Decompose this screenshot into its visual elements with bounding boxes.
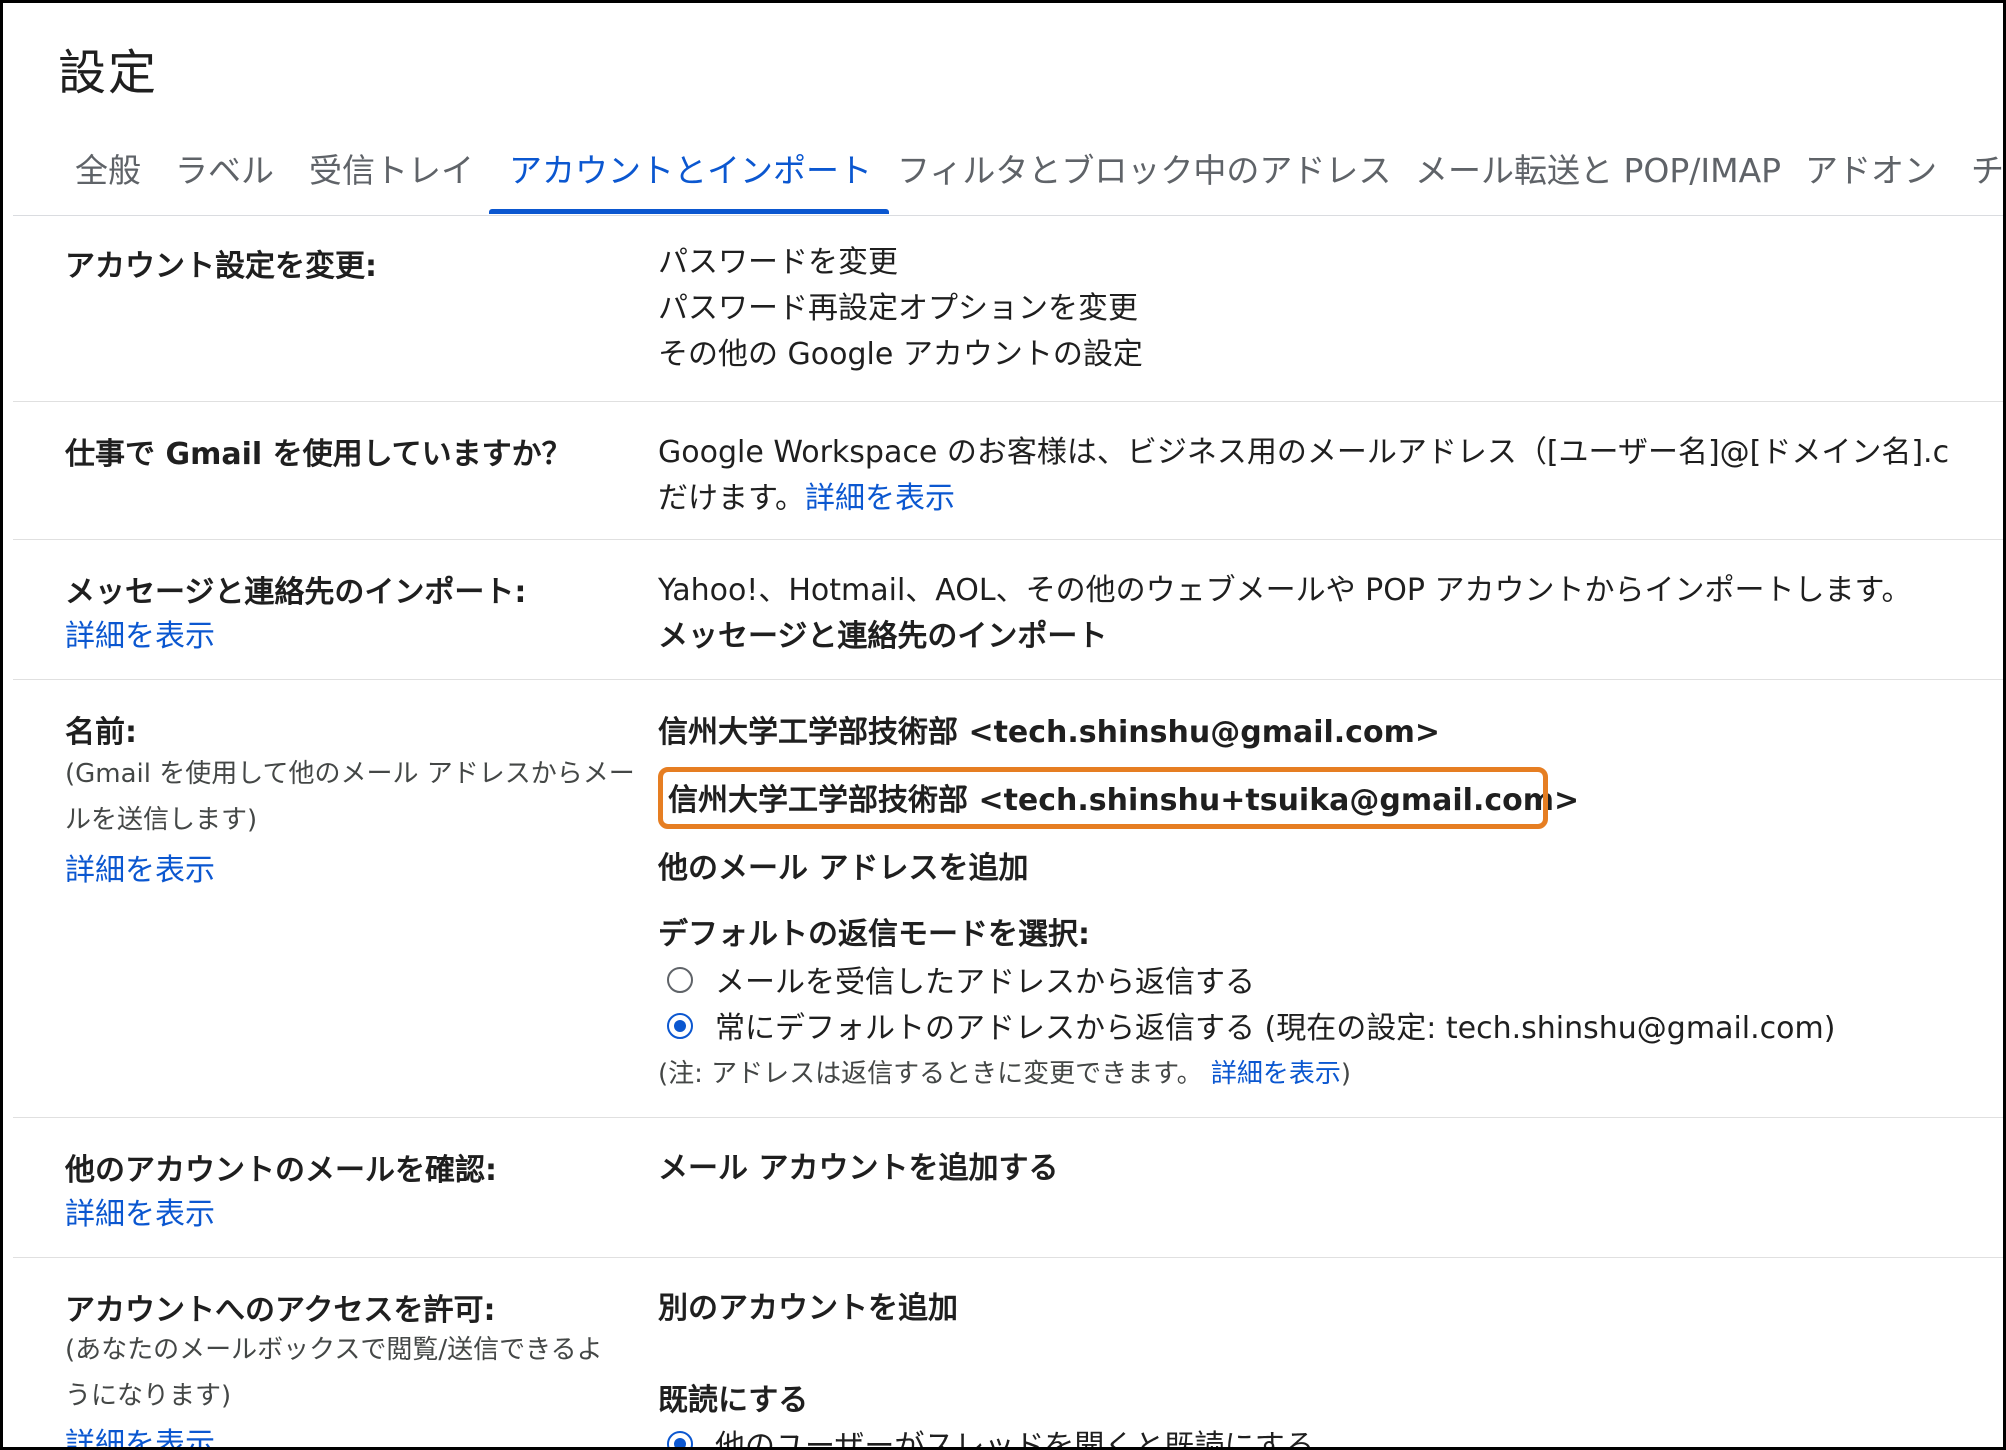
reply-from-received-radio[interactable]: [667, 967, 693, 993]
divider: [13, 1257, 2003, 1258]
reply-note-close: ): [1340, 1059, 1352, 1089]
grant-access-sub-line1: (あなたのメールボックスで閲覧/送信できるよ: [65, 1335, 603, 1365]
workspace-description-cont: だけます。詳細を表示: [658, 473, 955, 517]
change-recovery-options-link[interactable]: パスワード再設定オプションを変更: [658, 283, 1138, 327]
divider: [13, 1117, 2003, 1118]
tab-chat-truncated[interactable]: チ: [1971, 141, 2003, 215]
change-password-link[interactable]: パスワードを変更: [658, 237, 898, 281]
reply-from-default-label: 常にデフォルトのアドレスから返信する (現在の設定: tech.shinshu@…: [715, 1011, 1836, 1046]
workspace-learn-more-link[interactable]: 詳細を表示: [805, 481, 955, 516]
workspace-description: Google Workspace のお客様は、ビジネス用のメールアドレス（[ユー…: [658, 435, 1950, 470]
divider: [13, 401, 2003, 402]
grant-access-sub-line2: うになります): [65, 1381, 232, 1411]
workspace-label: 仕事で Gmail を使用していますか？: [65, 437, 572, 472]
tab-forwarding-pop-imap[interactable]: メール転送と POP/IMAP: [1415, 141, 1781, 215]
add-email-address-link[interactable]: 他のメール アドレスを追加: [658, 843, 1028, 887]
reply-note: (注: アドレスは返信するときに変更できます。 詳細を表示): [658, 1053, 1351, 1090]
mark-read-radio[interactable]: [667, 1431, 693, 1447]
settings-window: 設定 全般 ラベル 受信トレイ アカウントとインポート フィルタとブロック中のア…: [0, 0, 2006, 1450]
reply-note-text: (注: アドレスは返信するときに変更できます。: [658, 1059, 1203, 1089]
check-mail-learn-more-link[interactable]: 詳細を表示: [65, 1189, 215, 1233]
send-as-address-default: 信州大学工学部技術部 <tech.shinshu@gmail.com>: [658, 715, 1440, 750]
divider: [13, 539, 2003, 540]
other-google-account-settings-link[interactable]: その他の Google アカウントの設定: [658, 329, 1143, 373]
import-learn-more-link[interactable]: 詳細を表示: [65, 611, 215, 655]
grant-access-label: アカウントへのアクセスを許可:: [65, 1293, 496, 1328]
reply-from-default-radio[interactable]: [667, 1013, 693, 1039]
tab-addons[interactable]: アドオン: [1805, 141, 1937, 215]
name-sub-line2: ルを送信します): [65, 805, 258, 835]
reply-mode-label: デフォルトの返信モードを選択:: [658, 917, 1090, 952]
workspace-description-tail: だけます。: [658, 481, 805, 516]
name-sub-line1: (Gmail を使用して他のメール アドレスからメー: [65, 759, 635, 789]
tab-accounts-import[interactable]: アカウントとインポート: [509, 141, 872, 215]
name-learn-more-link[interactable]: 詳細を表示: [65, 845, 215, 889]
check-mail-label: 他のアカウントのメールを確認:: [65, 1153, 497, 1188]
add-another-account-link[interactable]: 別のアカウントを追加: [658, 1283, 958, 1327]
add-mail-account-link[interactable]: メール アカウントを追加する: [658, 1143, 1058, 1187]
tab-general[interactable]: 全般: [75, 141, 141, 215]
reply-note-learn-more-link[interactable]: 詳細を表示: [1211, 1059, 1341, 1089]
highlight-box: [658, 767, 1548, 829]
grant-access-learn-more-link[interactable]: 詳細を表示: [65, 1419, 215, 1447]
import-description: Yahoo!、Hotmail、AOL、その他のウェブメールや POP アカウント…: [658, 573, 1912, 608]
tab-labels[interactable]: ラベル: [175, 141, 274, 215]
tab-filters-blocked[interactable]: フィルタとブロック中のアドレス: [897, 141, 1391, 215]
name-label: 名前:: [65, 715, 137, 750]
mark-read-label: 既読にする: [658, 1383, 809, 1418]
tab-inbox[interactable]: 受信トレイ: [309, 141, 474, 215]
account-settings-label: アカウント設定を変更:: [65, 249, 377, 284]
divider: [13, 679, 2003, 680]
active-tab-indicator: [489, 209, 889, 214]
reply-from-received-label: メールを受信したアドレスから返信する: [715, 965, 1255, 1000]
settings-tabs: 全般 ラベル 受信トレイ アカウントとインポート フィルタとブロック中のアドレス…: [13, 141, 2003, 216]
import-messages-contacts-link[interactable]: メッセージと連絡先のインポート: [658, 611, 1107, 655]
page-title: 設定: [58, 45, 159, 101]
mark-read-option-label: 他のユーザーがスレッドを開くと既読にする: [715, 1429, 1315, 1450]
import-label: メッセージと連絡先のインポート:: [65, 575, 527, 610]
